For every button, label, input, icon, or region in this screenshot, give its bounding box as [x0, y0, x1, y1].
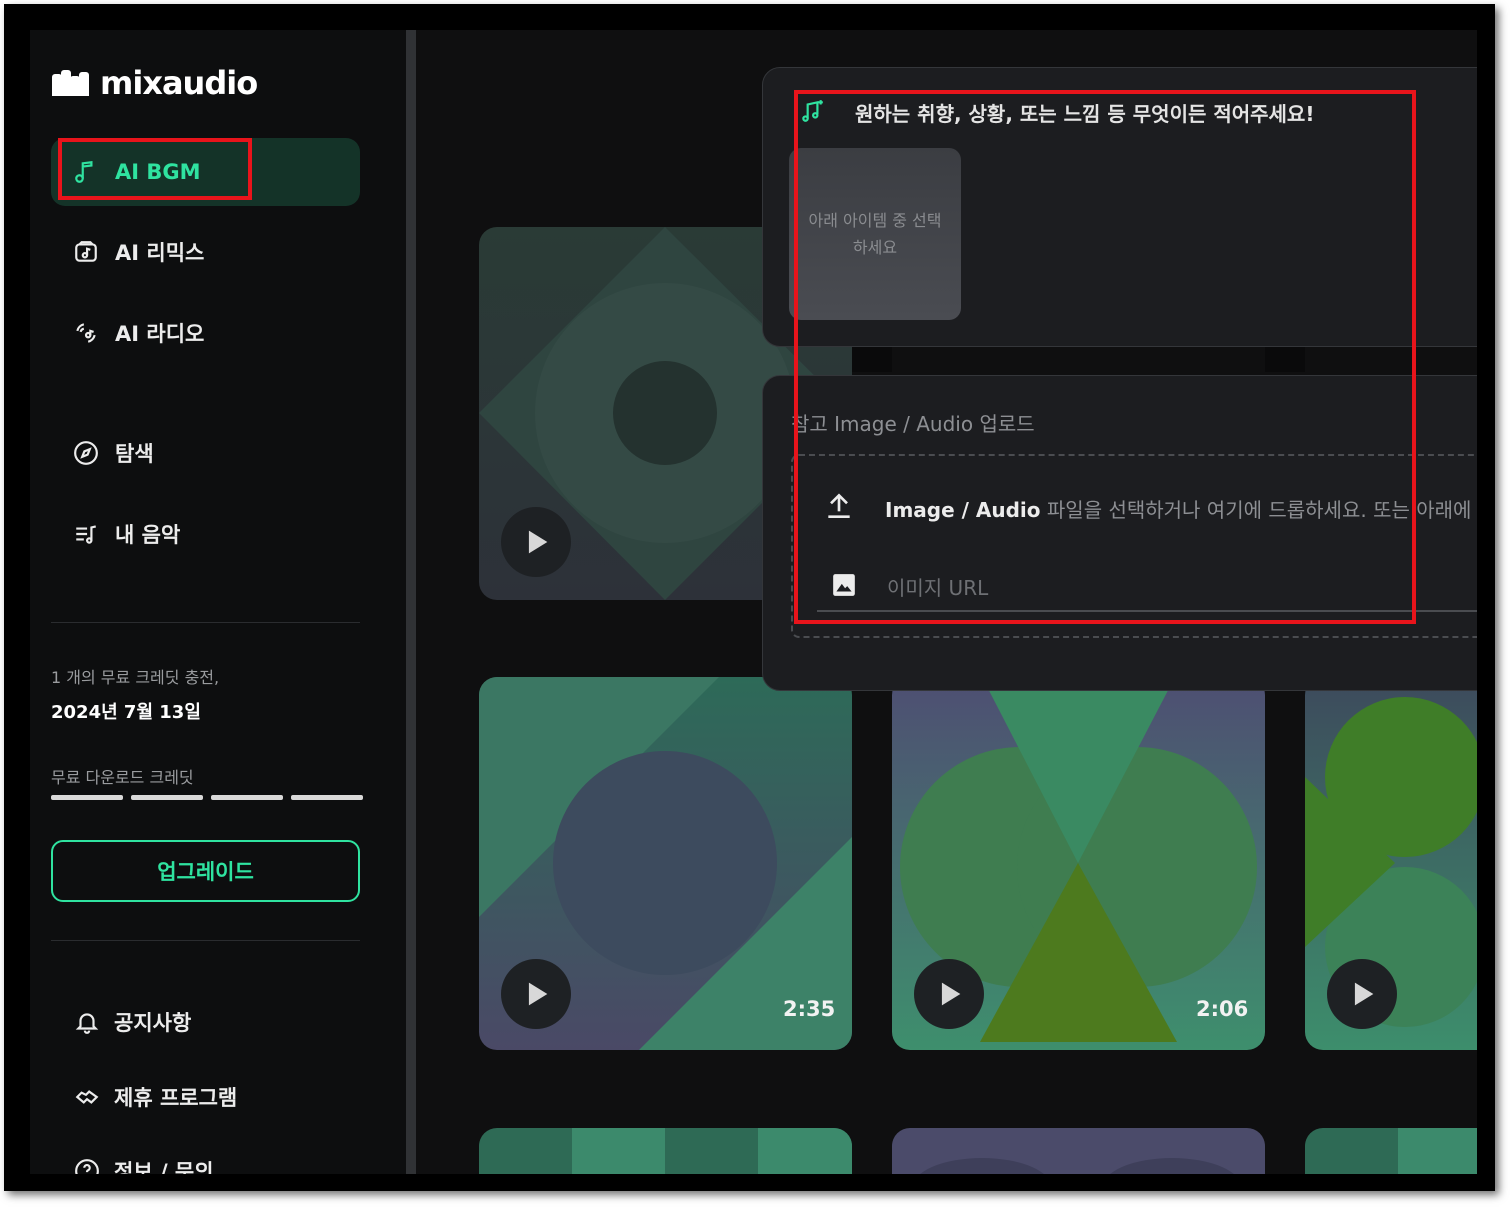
track-duration: 2:35 — [783, 997, 836, 1021]
help-icon — [75, 1159, 99, 1174]
handshake-icon — [75, 1090, 99, 1104]
track-artwork — [479, 1128, 852, 1174]
image-icon — [833, 574, 855, 596]
sidebar-edge — [406, 30, 416, 1174]
main-content: 2:35 2:06 원하는 취향, 상황, 또는 느낌 등 무엇이든 적어주세요… — [416, 30, 1477, 1174]
sidebar-item-label: 탐색 — [115, 442, 154, 466]
play-icon — [1354, 982, 1374, 1006]
play-icon — [941, 982, 961, 1006]
track-artwork — [1305, 1128, 1477, 1174]
sidebar-item-label: 내 음악 — [115, 523, 181, 547]
logo[interactable]: mixaudio — [52, 64, 258, 102]
screenshot-frame: mixaudio AI BGM AI 리믹스 AI 라디오 탐색 내 음악 1 … — [4, 4, 1495, 1191]
sidebar-item-ai-radio[interactable]: AI 라디오 — [51, 299, 360, 367]
track-card[interactable] — [479, 1128, 852, 1174]
playlist-icon — [73, 521, 99, 547]
logo-text: mixaudio — [100, 64, 258, 102]
sidebar-item-label: 제휴 프로그램 — [114, 1086, 238, 1110]
upload-panel: 참고 Image / Audio 업로드 Image / Audio 파일을 선… — [762, 375, 1477, 691]
image-url-input[interactable] — [887, 572, 1477, 604]
play-button[interactable] — [914, 959, 984, 1029]
sidebar-item-my-music[interactable]: 내 음악 — [51, 500, 360, 568]
credit-segment — [211, 795, 283, 800]
play-icon — [528, 982, 548, 1006]
credit-meter — [51, 795, 363, 800]
credit-segment — [291, 795, 363, 800]
sidebar-divider — [51, 940, 360, 941]
sidebar-item-label: AI 라디오 — [115, 322, 205, 346]
music-sparkle-icon — [802, 100, 823, 122]
play-button[interactable] — [1327, 959, 1397, 1029]
app-window: mixaudio AI BGM AI 리믹스 AI 라디오 탐색 내 음악 1 … — [30, 30, 1477, 1174]
drop-zone-instruction: 파일을 선택하거나 여기에 드롭하세요. 또는 아래에 U — [1040, 498, 1477, 522]
sidebar-item-info-contact[interactable]: 정보 / 문의 — [74, 1156, 214, 1174]
free-download-credit-label: 무료 다운로드 크레딧 — [51, 768, 194, 787]
upload-icon — [828, 493, 850, 518]
play-icon — [528, 530, 548, 554]
panel-gap — [852, 346, 892, 372]
bell-icon — [75, 1013, 99, 1034]
credit-segment — [51, 795, 123, 800]
track-artwork — [892, 1128, 1265, 1174]
play-button[interactable] — [501, 507, 571, 577]
drop-zone-text: Image / Audio 파일을 선택하거나 여기에 드롭하세요. 또는 아래… — [885, 494, 1477, 523]
logo-icon — [52, 70, 90, 96]
prompt-input[interactable]: 원하는 취향, 상황, 또는 느낌 등 무엇이든 적어주세요! — [855, 98, 1314, 127]
panel-gap — [1265, 346, 1305, 372]
suggestion-tile[interactable]: 아래 아이템 중 선택하세요 — [789, 148, 961, 320]
prompt-panel: 원하는 취향, 상황, 또는 느낌 등 무엇이든 적어주세요! 아래 아이템 중… — [762, 67, 1477, 347]
sidebar-item-explore[interactable]: 탐색 — [51, 419, 360, 487]
track-card[interactable] — [1305, 1128, 1477, 1174]
remix-icon — [73, 239, 99, 265]
sidebar-item-partner-program[interactable]: 제휴 프로그램 — [74, 1082, 237, 1112]
sidebar-item-label: AI BGM — [115, 160, 201, 184]
play-button[interactable] — [501, 959, 571, 1029]
drop-zone-lead: Image / Audio — [885, 498, 1041, 522]
sidebar: mixaudio AI BGM AI 리믹스 AI 라디오 탐색 내 음악 1 … — [30, 30, 406, 1174]
sidebar-item-ai-bgm[interactable]: AI BGM — [51, 138, 360, 206]
credit-recharge-note: 1 개의 무료 크레딧 충전, — [51, 668, 220, 687]
track-card[interactable] — [892, 1128, 1265, 1174]
sidebar-item-ai-remix[interactable]: AI 리믹스 — [51, 218, 360, 286]
credit-segment — [131, 795, 203, 800]
image-url-row — [817, 564, 1477, 612]
credit-recharge-date: 2024년 7월 13일 — [51, 702, 201, 723]
upload-section-title: 참고 Image / Audio 업로드 — [791, 412, 1035, 436]
compass-icon — [73, 440, 99, 466]
track-card[interactable] — [1305, 677, 1477, 1050]
sidebar-item-label: 공지사항 — [114, 1011, 192, 1035]
radio-icon — [73, 320, 99, 346]
track-duration: 2:06 — [1196, 997, 1249, 1021]
sidebar-item-notices[interactable]: 공지사항 — [74, 1007, 191, 1037]
track-card[interactable]: 2:35 — [479, 677, 852, 1050]
upgrade-button[interactable]: 업그레이드 — [51, 840, 360, 902]
file-drop-zone[interactable]: Image / Audio 파일을 선택하거나 여기에 드롭하세요. 또는 아래… — [791, 454, 1477, 638]
track-card[interactable]: 2:06 — [892, 677, 1265, 1050]
sidebar-item-label: 정보 / 문의 — [114, 1160, 214, 1174]
sidebar-divider — [51, 622, 360, 623]
music-note-icon — [73, 159, 99, 185]
sidebar-item-label: AI 리믹스 — [115, 241, 205, 265]
